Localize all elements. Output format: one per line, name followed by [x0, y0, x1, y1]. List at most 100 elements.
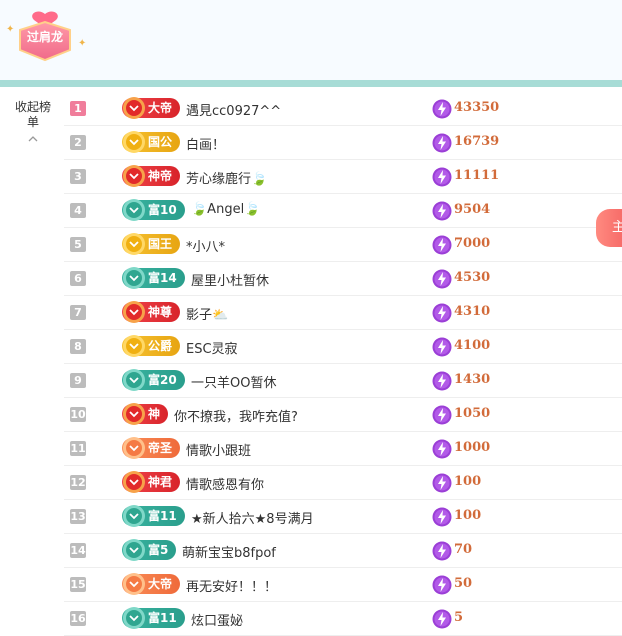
level-emblem-icon [123, 607, 145, 629]
level-badge: 大帝 [122, 97, 181, 119]
lightning-coin-icon [432, 575, 452, 595]
level-emblem-icon [123, 369, 145, 391]
contribution-score: 4100 [454, 338, 491, 353]
user-name[interactable]: 芳心缘鹿行🍃 [186, 168, 267, 187]
lightning-coin-icon [432, 201, 452, 221]
user-name[interactable]: 一只羊OO暂休 [191, 372, 276, 391]
level-label: 大帝 [148, 577, 173, 591]
sparkle-icon: ✦ [78, 38, 87, 49]
level-badge: 富11 [122, 607, 185, 629]
lightning-coin-icon [432, 337, 452, 357]
table-row[interactable]: 10 神你不撩我，我咋充值? 1050 [64, 398, 622, 432]
lightning-coin-icon [432, 235, 452, 255]
rank-number: 5 [70, 237, 86, 252]
level-badge: 神 [122, 403, 169, 425]
level-label: 神尊 [148, 305, 173, 319]
rank-number: 16 [70, 611, 86, 626]
level-label: 帝圣 [148, 441, 173, 455]
rank-number: 8 [70, 339, 86, 354]
level-label: 富20 [148, 373, 177, 387]
level-label: 富10 [148, 203, 177, 217]
table-row[interactable]: 1 大帝 遇見cc0927^^ 43350 [64, 92, 622, 126]
level-label: 神 [148, 407, 161, 421]
level-label: 富11 [148, 611, 177, 625]
user-name[interactable]: 屋里小杜暂休 [191, 270, 269, 289]
level-emblem-icon [123, 403, 145, 425]
user-name[interactable]: 萌新宝宝b8fpof [182, 542, 276, 561]
user-name[interactable]: 遇見cc0927^^ [186, 100, 281, 119]
user-name[interactable]: 你不撩我，我咋充值? [174, 406, 298, 425]
rank-number: 1 [70, 101, 86, 116]
lightning-coin-icon [432, 303, 452, 323]
contribution-score: 100 [454, 474, 482, 489]
rank-number: 3 [70, 169, 86, 184]
table-row[interactable]: 14 富5 萌新宝宝b8fpof 70 [64, 534, 622, 568]
level-badge: 帝圣 [122, 437, 181, 459]
level-label: 国王 [148, 237, 173, 251]
user-name[interactable]: ★新人拾六★8号满月 [191, 508, 314, 527]
level-badge: 神尊 [122, 301, 181, 323]
level-emblem-icon [123, 267, 145, 289]
user-name[interactable]: 白画！ [186, 134, 225, 153]
level-badge: 国王 [122, 233, 181, 255]
rank-number: 13 [70, 509, 86, 524]
rank-number: 6 [70, 271, 86, 286]
level-badge: 神君 [122, 471, 181, 493]
table-row[interactable]: 13 富11 ★新人拾六★8号满月 100 [64, 500, 622, 534]
rank-number: 14 [70, 543, 86, 558]
contribution-score: 50 [454, 576, 473, 591]
collapse-ranking-button[interactable]: 收起榜单 [14, 100, 52, 144]
contribution-score: 70 [454, 542, 473, 557]
contribution-score: 100 [454, 508, 482, 523]
level-badge: 富14 [122, 267, 185, 289]
table-row[interactable]: 2 国公 白画！ 16739 [64, 126, 622, 160]
contribution-score: 7000 [454, 236, 491, 251]
level-emblem-icon [123, 165, 145, 187]
user-name[interactable]: ESC灵寂 [186, 338, 238, 357]
table-row[interactable]: 9 富20 一只羊OO暂休 1430 [64, 364, 622, 398]
level-badge: 富20 [122, 369, 185, 391]
table-row[interactable]: 5 国王 *小八* 7000 [64, 228, 622, 262]
user-name[interactable]: 影子⛅ [186, 304, 228, 323]
level-emblem-icon [123, 471, 145, 493]
user-name[interactable]: 炫口蛋妼 [191, 610, 243, 629]
medal-badge-logo: 过肩龙 ✦ ✦ [6, 10, 86, 62]
level-label: 公爵 [148, 339, 173, 353]
rank-number: 9 [70, 373, 86, 388]
lightning-coin-icon [432, 473, 452, 493]
user-name[interactable]: 情歌小跟班 [186, 440, 251, 459]
table-row[interactable]: 16 富11 炫口蛋妼 5 [64, 602, 622, 636]
table-row[interactable]: 8 公爵 ESC灵寂 4100 [64, 330, 622, 364]
user-name[interactable]: *小八* [186, 236, 225, 255]
lightning-coin-icon [432, 167, 452, 187]
rank-number: 7 [70, 305, 86, 320]
side-tab-button[interactable]: 主 [596, 209, 622, 247]
lightning-coin-icon [432, 99, 452, 119]
user-name[interactable]: 再无安好！！！ [186, 576, 277, 595]
level-badge: 国公 [122, 131, 181, 153]
ranking-list: 1 大帝 遇見cc0927^^ 43350 2 国公 白画！ 16739 3 神帝 芳心缘鹿行🍃 11… [64, 92, 622, 636]
user-name[interactable]: 🍃Angel🍃 [191, 202, 260, 217]
table-row[interactable]: 7 神尊 影子⛅ 4310 [64, 296, 622, 330]
contribution-score: 1430 [454, 372, 491, 387]
table-row[interactable]: 11 帝圣 情歌小跟班 1000 [64, 432, 622, 466]
table-row[interactable]: 4 富10 🍃Angel🍃 9504 [64, 194, 622, 228]
level-label: 国公 [148, 135, 173, 149]
lightning-coin-icon [432, 439, 452, 459]
table-row[interactable]: 15 大帝 再无安好！！！ 50 [64, 568, 622, 602]
lightning-coin-icon [432, 541, 452, 561]
side-tab-label: 主 [612, 220, 622, 235]
table-row[interactable]: 3 神帝 芳心缘鹿行🍃 11111 [64, 160, 622, 194]
level-emblem-icon [123, 437, 145, 459]
level-label: 神帝 [148, 169, 173, 183]
contribution-score: 4310 [454, 304, 491, 319]
level-badge: 富10 [122, 199, 185, 221]
level-emblem-icon [123, 233, 145, 255]
level-badge: 神帝 [122, 165, 181, 187]
level-label: 富5 [148, 543, 169, 557]
lightning-coin-icon [432, 405, 452, 425]
user-name[interactable]: 情歌感恩有你 [186, 474, 264, 493]
table-row[interactable]: 6 富14 屋里小杜暂休 4530 [64, 262, 622, 296]
table-row[interactable]: 12 神君 情歌感恩有你 100 [64, 466, 622, 500]
sparkle-icon: ✦ [6, 24, 15, 35]
